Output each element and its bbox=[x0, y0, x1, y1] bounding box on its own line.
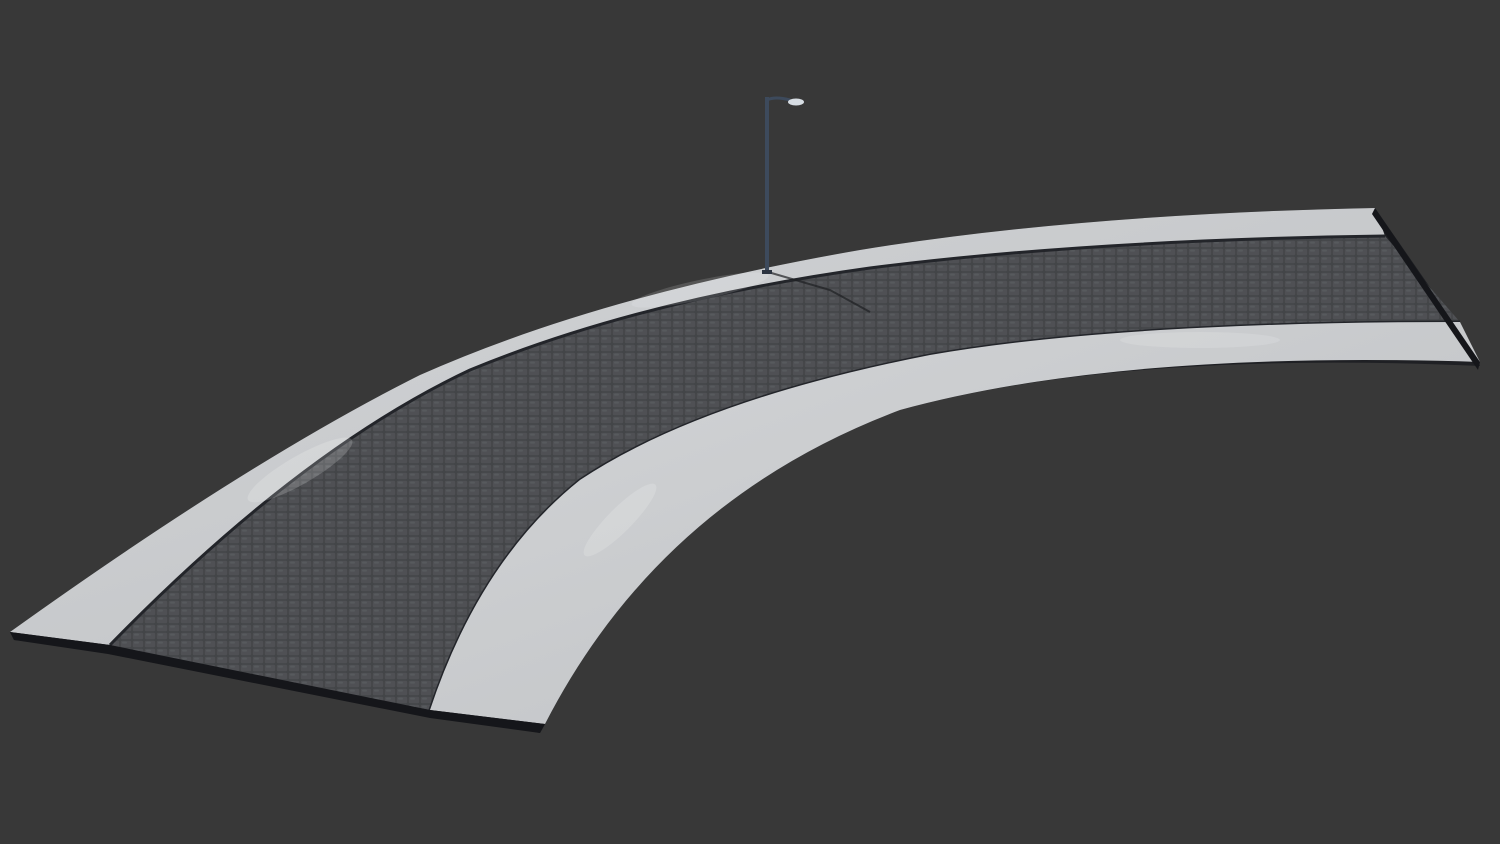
curved-road-render bbox=[0, 0, 1500, 844]
viewport-3d-scene bbox=[0, 0, 1500, 844]
concrete-stain bbox=[1120, 332, 1280, 348]
